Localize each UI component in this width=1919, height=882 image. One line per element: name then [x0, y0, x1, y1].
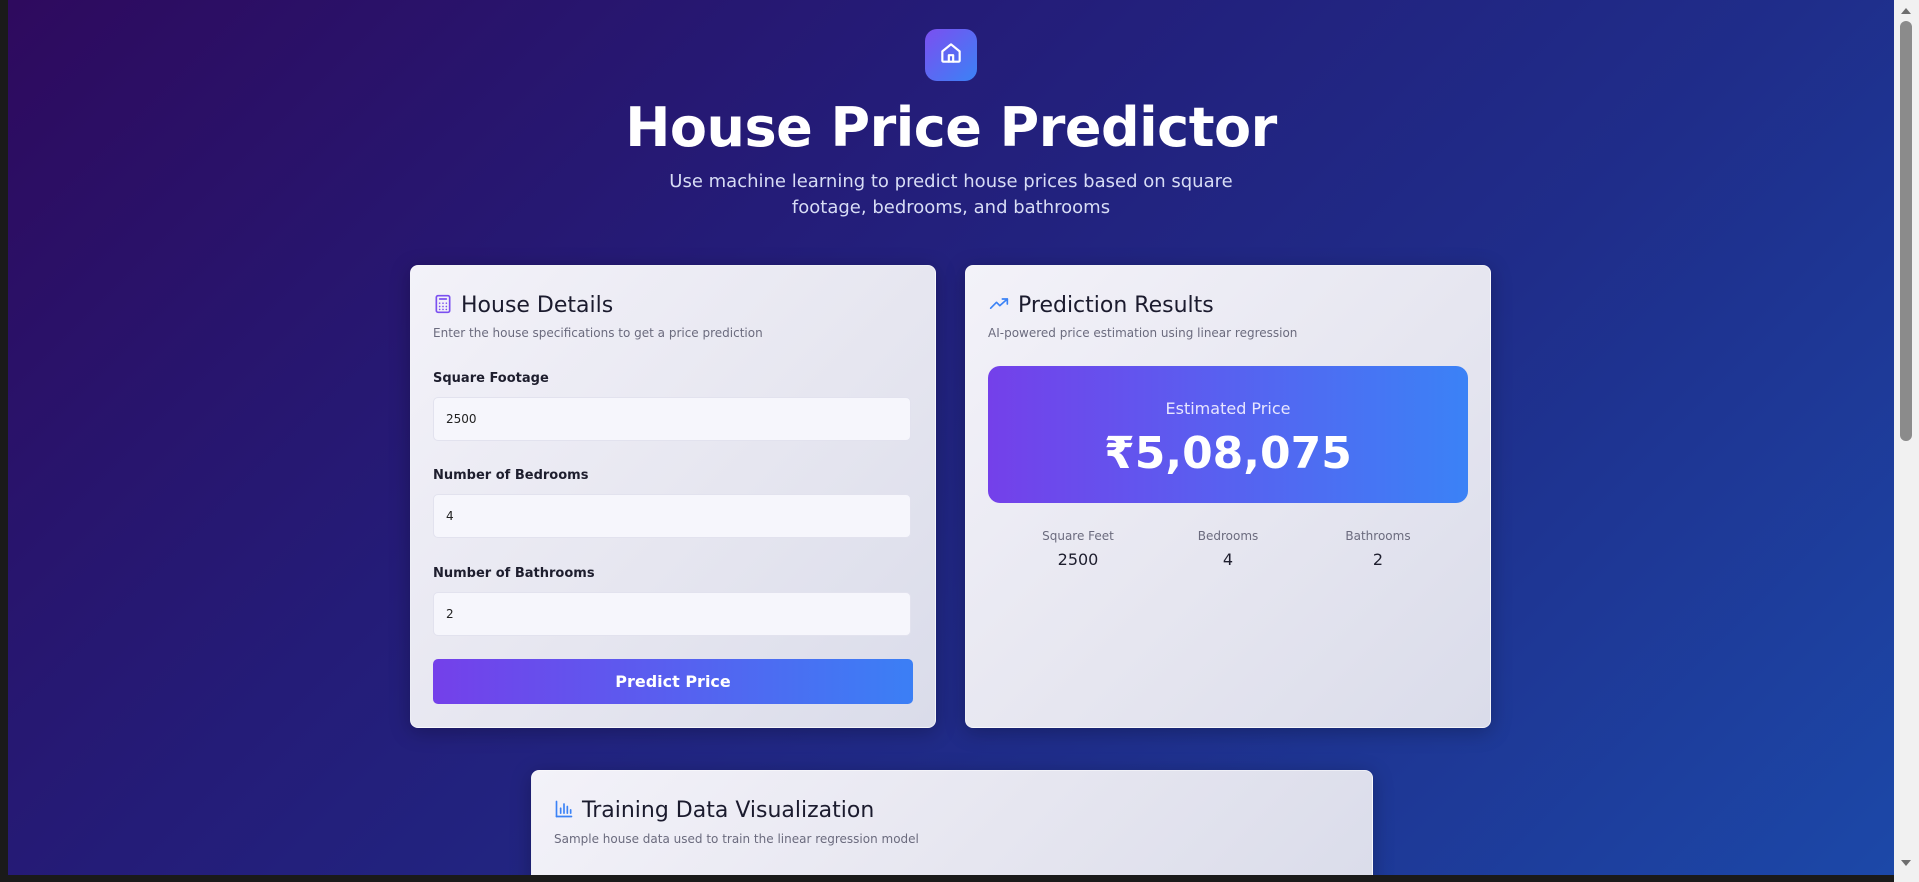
home-icon [938, 40, 964, 70]
house-details-title: House Details [461, 293, 614, 318]
bar-chart-icon [554, 799, 574, 823]
scroll-up-arrow-icon[interactable] [1901, 8, 1911, 14]
square-footage-input[interactable] [433, 397, 911, 441]
page-viewport: House Price Predictor Use machine learni… [8, 0, 1894, 875]
stat-label: Square Feet [1042, 529, 1114, 543]
app-logo [925, 29, 977, 81]
stat-value: 2 [1372, 550, 1384, 569]
bedrooms-input[interactable] [433, 494, 911, 538]
prediction-results-description: AI-powered price estimation using linear… [988, 326, 1298, 340]
page-title: House Price Predictor [625, 96, 1277, 159]
training-data-title: Training Data Visualization [582, 798, 875, 823]
house-details-card: House Details Enter the house specificat… [410, 265, 936, 728]
estimated-price-panel: Estimated Price ₹5,08,075 [988, 366, 1468, 503]
prediction-results-card: Prediction Results AI-powered price esti… [965, 265, 1491, 728]
predict-price-button[interactable]: Predict Price [433, 659, 913, 704]
training-data-description: Sample house data used to train the line… [554, 832, 919, 846]
bathrooms-input[interactable] [433, 592, 911, 636]
square-footage-label: Square Footage [433, 371, 549, 386]
estimated-price-label: Estimated Price [1165, 399, 1291, 418]
calculator-icon [433, 294, 453, 318]
training-data-card: Training Data Visualization Sample house… [531, 770, 1373, 875]
stat-bathrooms: Bathrooms 2 [1303, 528, 1453, 574]
scroll-down-arrow-icon[interactable] [1901, 860, 1911, 866]
bedrooms-label: Number of Bedrooms [433, 468, 589, 483]
stat-square-feet: Square Feet 2500 [1003, 528, 1153, 574]
stat-label: Bathrooms [1345, 529, 1411, 543]
training-data-header: Training Data Visualization [554, 796, 874, 826]
house-details-header: House Details [433, 291, 613, 321]
bathrooms-label: Number of Bathrooms [433, 566, 595, 581]
scrollbar-thumb[interactable] [1900, 21, 1912, 441]
stat-value: 2500 [1057, 550, 1099, 569]
prediction-results-header: Prediction Results [988, 291, 1214, 321]
window-bottom-edge [0, 875, 1894, 882]
estimated-price-value: ₹5,08,075 [1104, 428, 1352, 479]
stat-label: Bedrooms [1197, 529, 1259, 543]
trending-up-icon [988, 294, 1010, 318]
prediction-results-title: Prediction Results [1018, 293, 1214, 318]
vertical-scrollbar[interactable] [1894, 0, 1919, 882]
stat-value: 4 [1222, 550, 1234, 569]
stat-bedrooms: Bedrooms 4 [1153, 528, 1303, 574]
page-subtitle: Use machine learning to predict house pr… [669, 171, 1233, 218]
house-details-description: Enter the house specifications to get a … [433, 326, 763, 340]
